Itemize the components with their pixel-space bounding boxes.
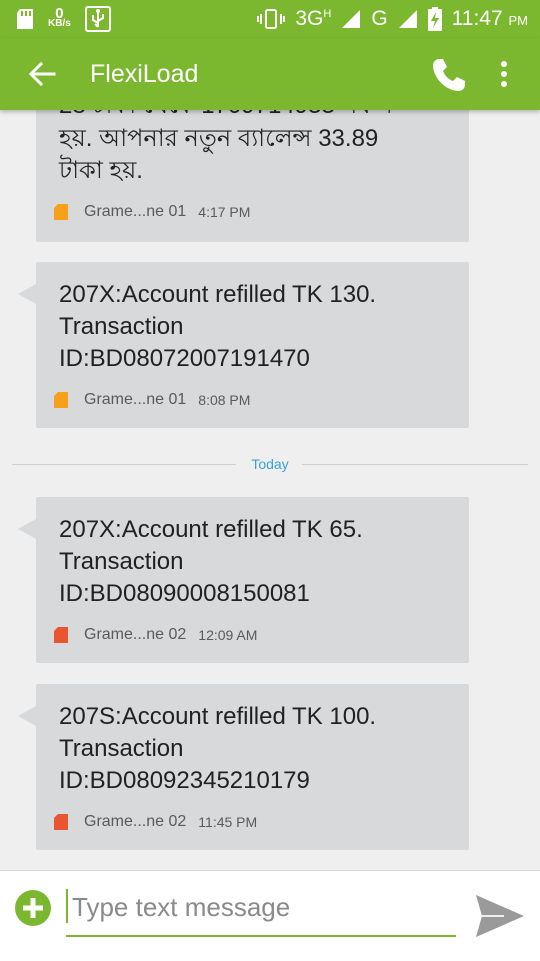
add-attachment-icon[interactable] [14,889,52,927]
sim-card-icon [54,627,68,643]
status-bar-right: 3GH G 11:47 PM [257,6,528,32]
message-time: 8:08 PM [198,392,251,408]
network-3g-label: 3G [295,7,324,30]
sd-card-icon [17,9,33,29]
signal-icon-sim1 [342,10,361,28]
bubble-tail [18,519,36,539]
conversation-title: FlexiLoad [90,60,199,88]
net-speed-unit: KB/s [48,18,71,29]
network-3g: 3GH [295,7,331,31]
message-input-field[interactable] [66,883,456,937]
text-cursor [66,889,68,923]
status-bar: 0 KB/s 3GH G 11:47 PM [0,0,540,38]
divider-line [12,464,236,465]
date-divider-label: Today [251,456,289,472]
vibrate-icon [257,9,286,29]
message-time: 12:09 AM [198,627,258,643]
message-bubble[interactable]: 207X:Account refilled TK 65. Transaction… [18,497,469,663]
message-bubble[interactable]: 207X:Account refilled TK 130. Transactio… [18,262,469,428]
message-meta: Grame...ne 01 8:08 PM [54,388,250,412]
bubble-tail [18,284,36,304]
message-meta: Grame...ne 01 4:17 PM [54,200,250,224]
send-icon[interactable] [474,893,526,939]
composer-bar [0,870,540,961]
clock-suffix: PM [508,13,529,28]
app-bar: FlexiLoad [0,38,540,110]
phone-call-icon[interactable] [430,56,468,94]
sim-label: Grame...ne 02 [84,813,187,830]
sim-label: Grame...ne 01 [84,203,187,220]
status-bar-left: 0 KB/s [16,6,111,32]
clock: 11:47 PM [452,7,528,31]
message-text: হয়. আপনার নতুন ব্যালেন্স 33.89 টাকা হয়… [59,125,379,184]
message-text: 207X:Account refilled TK 130. Transactio… [59,281,377,372]
message-text-top: 28 টাকা থেকে 1709714933 সফল [59,110,459,122]
message-time: 11:45 PM [198,814,258,830]
network-g: G [371,7,388,30]
usb-icon [84,6,111,32]
date-divider: Today [12,456,528,472]
sim-label: Grame...ne 02 [84,626,187,643]
sim-card-icon [54,814,68,830]
sim-card-icon [54,204,68,220]
message-thread[interactable]: 28 টাকা থেকে 1709714933 সফল হয়. আপনার ন… [0,110,540,870]
divider-line [302,464,528,465]
message-meta: Grame...ne 02 11:45 PM [54,810,257,834]
network-3g-sup: H [323,8,332,20]
back-arrow-icon[interactable] [26,58,58,90]
message-text: 207X:Account refilled TK 65. Transaction… [59,516,363,607]
sim-label: Grame...ne 01 [84,391,187,408]
message-meta: Grame...ne 02 12:09 AM [54,623,257,647]
message-bubble[interactable]: 28 টাকা থেকে 1709714933 সফল হয়. আপনার ন… [36,110,469,242]
signal-icon-sim2 [398,10,417,28]
battery-charging-icon [427,7,442,31]
message-input[interactable] [70,887,454,927]
sim-card-icon [54,392,68,408]
bubble-tail [18,706,36,726]
net-speed: 0 KB/s [48,6,71,29]
message-text: 207S:Account refilled TK 100. Transactio… [59,703,377,794]
overflow-menu-icon[interactable] [492,58,516,90]
message-bubble[interactable]: 207S:Account refilled TK 100. Transactio… [18,684,469,850]
message-time: 4:17 PM [198,204,251,220]
clock-time: 11:47 [451,7,503,30]
